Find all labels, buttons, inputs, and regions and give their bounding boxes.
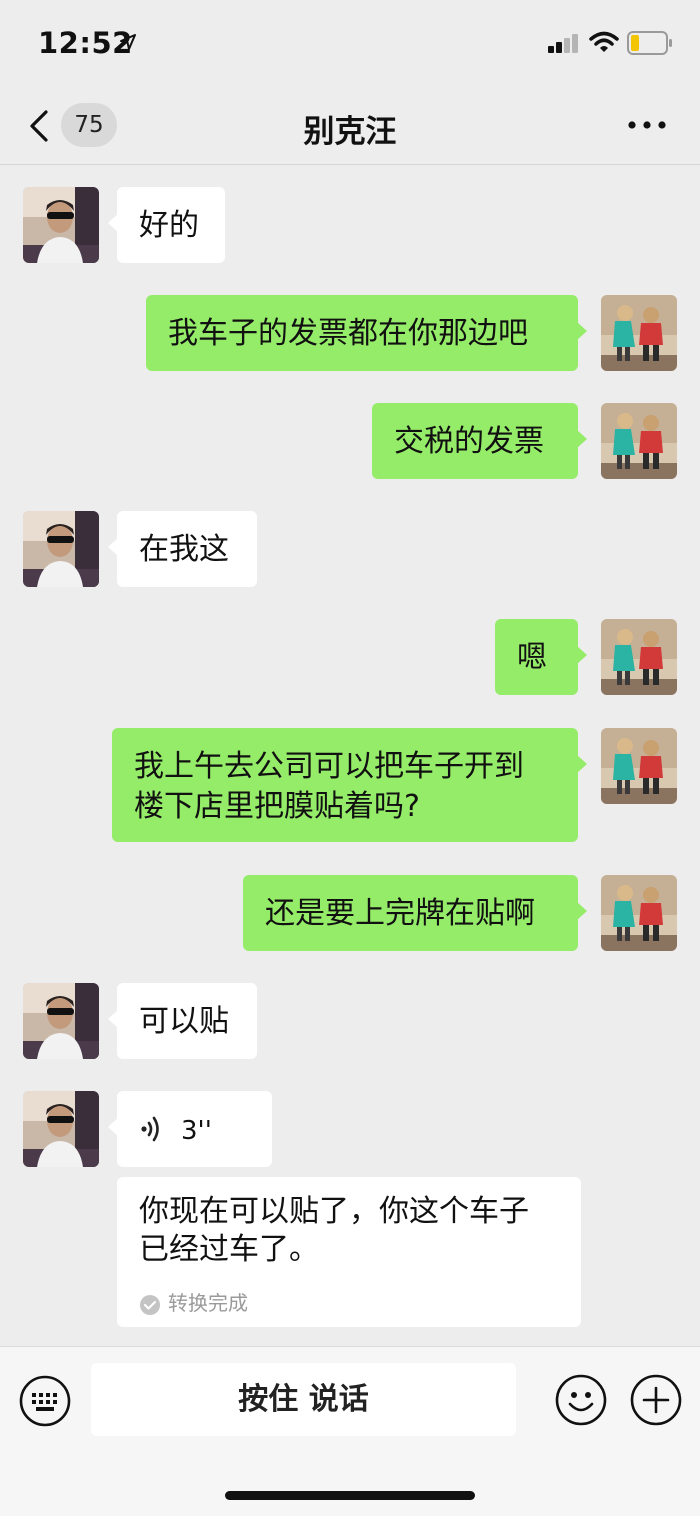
voice-transcript[interactable]: 你现在可以贴了，你这个车子 已经过车了。 转换完成 bbox=[117, 1177, 581, 1327]
voice-duration: 3'' bbox=[181, 1116, 212, 1146]
transcript-status: 转换完成 bbox=[139, 1287, 248, 1316]
battery-icon bbox=[627, 31, 672, 55]
my-avatar[interactable] bbox=[601, 403, 677, 479]
contact-avatar[interactable] bbox=[23, 1091, 99, 1167]
location-arrow-icon bbox=[120, 34, 136, 50]
emoji-icon[interactable] bbox=[555, 1374, 607, 1426]
cellular-signal-icon bbox=[548, 34, 578, 53]
my-avatar[interactable] bbox=[601, 875, 677, 951]
contact-avatar[interactable] bbox=[23, 187, 99, 263]
back-arrow-icon[interactable] bbox=[26, 108, 54, 144]
my-avatar[interactable] bbox=[601, 295, 677, 371]
contact-avatar[interactable] bbox=[23, 983, 99, 1059]
message-bubble[interactable]: 在我这 bbox=[108, 511, 257, 587]
contact-avatar[interactable] bbox=[23, 511, 99, 587]
chat-title: 别克汪 bbox=[303, 114, 397, 150]
message-bubble[interactable]: 好的 bbox=[108, 187, 225, 263]
hold-to-talk-button[interactable]: 按住 说话 bbox=[91, 1363, 516, 1436]
keyboard-icon[interactable] bbox=[19, 1375, 71, 1427]
message-bubble[interactable]: 我上午去公司可以把车子开到 楼下店里把膜贴着吗? bbox=[112, 728, 587, 842]
message-bubble[interactable]: 嗯 bbox=[495, 619, 587, 695]
my-avatar[interactable] bbox=[601, 619, 677, 695]
transcript-status-label: 转换完成 bbox=[168, 1291, 248, 1315]
chat-header: 75 别克汪 bbox=[0, 88, 700, 165]
input-bar: 按住 说话 bbox=[0, 1346, 700, 1516]
status-bar: 12:52 bbox=[0, 0, 700, 88]
my-avatar[interactable] bbox=[601, 728, 677, 804]
message-bubble[interactable]: 交税的发票 bbox=[372, 403, 587, 479]
voice-bubble[interactable]: 3'' bbox=[108, 1091, 272, 1167]
transcript-text: 你现在可以贴了，你这个车子 已经过车了。 bbox=[139, 1194, 529, 1267]
message-bubble[interactable]: 还是要上完牌在贴啊 bbox=[243, 875, 587, 951]
unread-count-badge[interactable]: 75 bbox=[61, 103, 117, 147]
wifi-icon bbox=[589, 31, 619, 52]
check-circle-icon bbox=[140, 1294, 160, 1315]
more-options-icon[interactable] bbox=[624, 110, 670, 140]
plus-icon[interactable] bbox=[630, 1374, 682, 1426]
message-bubble[interactable]: 可以贴 bbox=[108, 983, 257, 1059]
voice-wave-icon bbox=[141, 1116, 159, 1142]
home-indicator[interactable] bbox=[225, 1491, 475, 1500]
message-bubble[interactable]: 我车子的发票都在你那边吧 bbox=[146, 295, 587, 371]
